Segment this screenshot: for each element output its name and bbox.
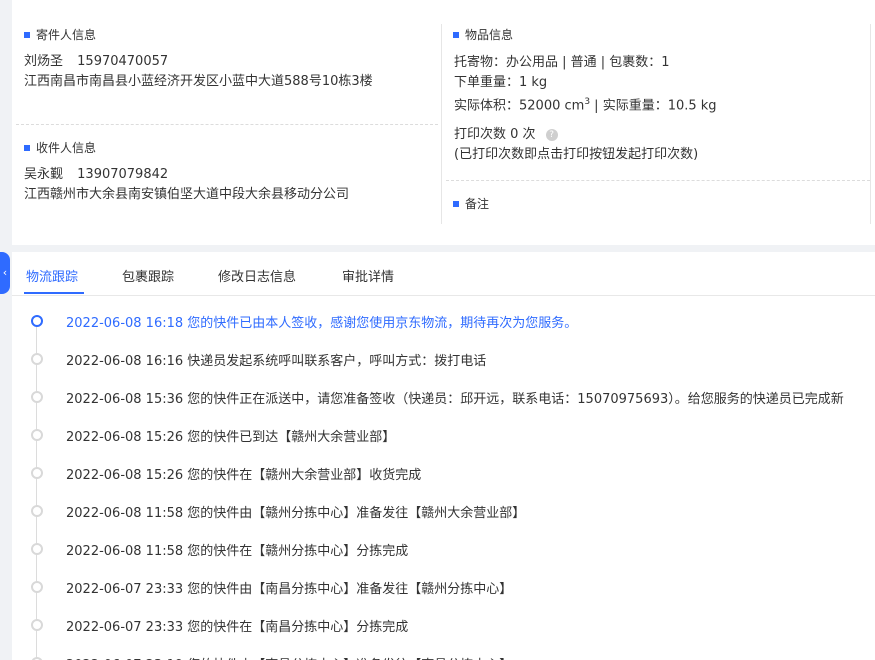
- timeline-event-text: 2022-06-07 23:19 您的快件由【南昌分拣中心】准备发往【南昌分拣中…: [66, 654, 512, 660]
- order-weight: 下单重量：1 kg: [454, 75, 548, 90]
- timeline-event-text: 2022-06-08 15:26 您的快件在【赣州大余营业部】收货完成: [66, 468, 422, 483]
- timeline-item: 2022-06-08 11:58 您的快件在【赣州分拣中心】分拣完成: [12, 530, 875, 568]
- print-count: 打印次数 0 次 ?: [454, 126, 558, 144]
- remarks-title-label: 备注: [465, 197, 490, 211]
- timeline-event-text: 2022-06-07 23:33 您的快件在【南昌分拣中心】分拣完成: [66, 620, 409, 635]
- timeline-dot-icon: [31, 353, 43, 365]
- receiver-name: 吴永觐: [24, 167, 64, 182]
- tracking-timeline: 2022-06-08 16:18 您的快件已由本人签收，感谢您使用京东物流，期待…: [12, 302, 875, 660]
- timeline-item: 2022-06-08 15:26 您的快件在【赣州大余营业部】收货完成: [12, 454, 875, 492]
- sender-section-title: 寄件人信息: [24, 26, 96, 43]
- section-marker-icon: [453, 31, 459, 38]
- divider: [446, 180, 870, 181]
- timeline-item: 2022-06-08 15:26 您的快件已到达【赣州大余营业部】: [12, 416, 875, 454]
- timeline-dot-icon: [31, 543, 43, 555]
- detail-tabs: 物流跟踪 包裹跟踪 修改日志信息 审批详情: [12, 252, 875, 296]
- goods-section-title: 物品信息: [453, 26, 513, 43]
- sender-contact: 刘炀圣 15970470057: [24, 53, 168, 71]
- help-icon[interactable]: ?: [545, 128, 558, 141]
- shipment-info-panel: 寄件人信息 刘炀圣 15970470057 江西南昌市南昌县小蓝经济开发区小蓝中…: [12, 0, 875, 245]
- actual-weight: | 实际重量：10.5 kg: [590, 98, 717, 114]
- receiver-contact: 吴永觐 13907079842: [24, 166, 168, 184]
- print-count-label: 打印次数 0 次: [454, 127, 536, 142]
- sender-title-label: 寄件人信息: [36, 28, 97, 42]
- timeline-item: 2022-06-08 15:36 您的快件正在派送中，请您准备签收（快递员：邱开…: [12, 378, 875, 416]
- active-tab-indicator: [24, 292, 84, 294]
- collapse-toggle-button[interactable]: ‹: [0, 252, 10, 294]
- timeline-dot-icon: [31, 619, 43, 631]
- receiver-section-title: 收件人信息: [24, 139, 96, 156]
- timeline-event-text: 2022-06-08 15:36 您的快件正在派送中，请您准备签收（快递员：邱开…: [66, 392, 844, 407]
- goods-title-label: 物品信息: [465, 28, 514, 42]
- timeline-item: 2022-06-08 11:58 您的快件由【赣州分拣中心】准备发往【赣州大余营…: [12, 492, 875, 530]
- column-divider: [870, 24, 871, 224]
- remarks-section-title: 备注: [453, 195, 489, 212]
- timeline-event-text: 2022-06-07 23:33 您的快件由【南昌分拣中心】准备发往【赣州分拣中…: [66, 582, 513, 597]
- tab-package-tracking[interactable]: 包裹跟踪: [122, 266, 174, 285]
- timeline-event-text: 2022-06-08 15:26 您的快件已到达【赣州大余营业部】: [66, 430, 396, 445]
- tab-modification-log[interactable]: 修改日志信息: [218, 266, 296, 285]
- timeline-event-text: 2022-06-08 16:16 快递员发起系统呼叫联系客户，呼叫方式：拨打电话: [66, 354, 487, 369]
- timeline-dot-icon: [31, 505, 43, 517]
- timeline-item: 2022-06-07 23:33 您的快件由【南昌分拣中心】准备发往【赣州分拣中…: [12, 568, 875, 606]
- actual-volume-weight: 实际体积：52000 cm3 | 实际重量：10.5 kg: [454, 93, 717, 115]
- sender-address: 江西南昌市南昌县小蓝经济开发区小蓝中大道588号10栋3楼: [24, 74, 373, 89]
- receiver-title-label: 收件人信息: [36, 141, 97, 155]
- timeline-item: 2022-06-07 23:33 您的快件在【南昌分拣中心】分拣完成: [12, 606, 875, 644]
- tab-logistics-tracking[interactable]: 物流跟踪: [26, 266, 78, 285]
- timeline-event-text: 2022-06-08 11:58 您的快件由【赣州分拣中心】准备发往【赣州大余营…: [66, 506, 526, 521]
- timeline-dot-icon: [31, 315, 43, 327]
- receiver-address: 江西赣州市大余县南安镇伯坚大道中段大余县移动分公司: [24, 187, 350, 202]
- timeline-item: 2022-06-08 16:16 快递员发起系统呼叫联系客户，呼叫方式：拨打电话: [12, 340, 875, 378]
- timeline-dot-icon: [31, 467, 43, 479]
- tab-approval-details[interactable]: 审批详情: [342, 266, 394, 285]
- section-marker-icon: [24, 144, 30, 151]
- column-divider: [441, 24, 442, 224]
- chevron-left-icon: ‹: [2, 266, 8, 279]
- actual-volume: 实际体积：52000 cm: [454, 98, 585, 114]
- section-marker-icon: [24, 31, 30, 38]
- timeline-item: 2022-06-07 23:19 您的快件由【南昌分拣中心】准备发往【南昌分拣中…: [12, 644, 875, 660]
- timeline-dot-icon: [31, 429, 43, 441]
- divider: [16, 124, 438, 125]
- timeline-event-text: 2022-06-08 16:18 您的快件已由本人签收，感谢您使用京东物流，期待…: [66, 316, 578, 331]
- timeline-event-text: 2022-06-08 11:58 您的快件在【赣州分拣中心】分拣完成: [66, 544, 409, 559]
- section-marker-icon: [453, 200, 459, 207]
- timeline-item: 2022-06-08 16:18 您的快件已由本人签收，感谢您使用京东物流，期待…: [12, 302, 875, 340]
- sender-name: 刘炀圣: [24, 54, 64, 69]
- receiver-phone: 13907079842: [77, 167, 169, 182]
- goods-summary: 托寄物：办公用品 | 普通 | 包裹数：1: [454, 55, 670, 70]
- timeline-dot-icon: [31, 581, 43, 593]
- sender-phone: 15970470057: [77, 54, 169, 69]
- print-count-note: (已打印次数即点击打印按钮发起打印次数): [454, 147, 699, 162]
- timeline-dot-icon: [31, 391, 43, 403]
